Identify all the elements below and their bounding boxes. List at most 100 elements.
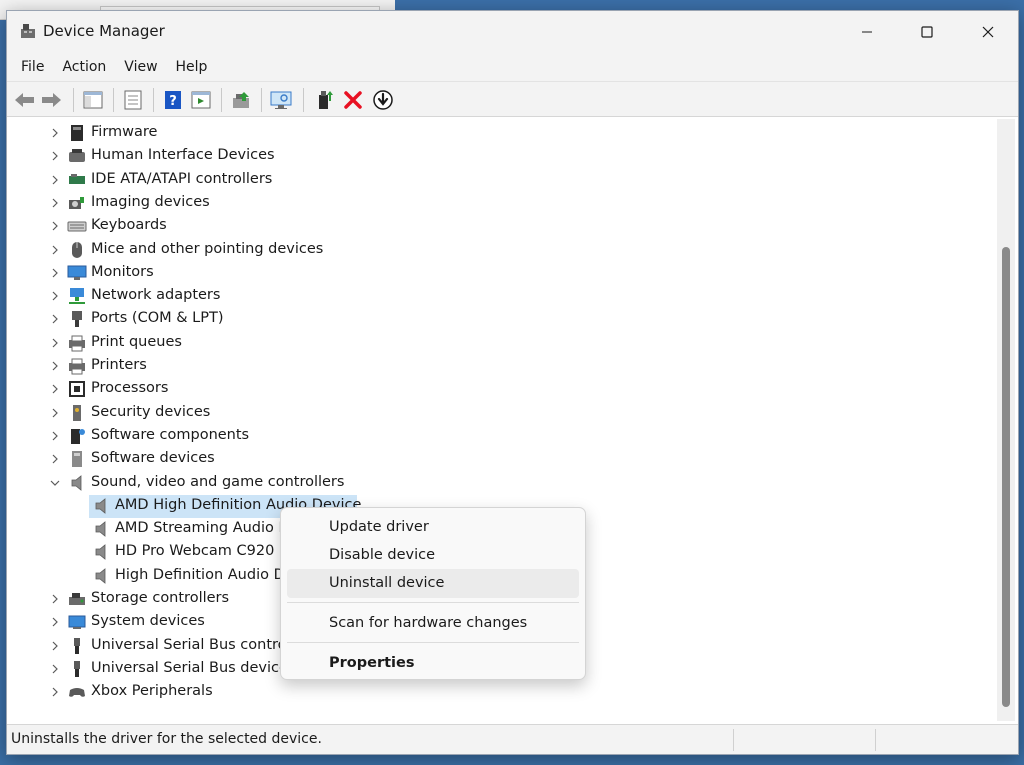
category-label: Security devices [91, 403, 211, 420]
chevron-right-icon[interactable] [49, 430, 61, 442]
category-item[interactable]: Human Interface Devices [9, 145, 999, 168]
category-label: Sound, video and game controllers [91, 473, 345, 490]
category-item[interactable]: Processors [9, 378, 999, 401]
toolbar-separator [303, 88, 304, 112]
category-item[interactable]: Xbox Peripherals [9, 681, 999, 704]
category-item[interactable]: Software devices [9, 448, 999, 471]
camera-icon [69, 196, 84, 209]
close-button[interactable] [957, 11, 1019, 53]
enable-device-button[interactable] [313, 88, 337, 112]
chevron-right-icon[interactable] [49, 197, 61, 209]
chevron-right-icon[interactable] [49, 220, 61, 232]
chevron-right-icon[interactable] [49, 663, 61, 675]
category-item[interactable]: Software components [9, 425, 999, 448]
category-item[interactable]: Imaging devices [9, 192, 999, 215]
menu-disable-device[interactable]: Disable device [287, 541, 579, 570]
chevron-right-icon[interactable] [49, 593, 61, 605]
category-label: System devices [91, 613, 205, 630]
chevron-right-icon[interactable] [49, 453, 61, 465]
properties-button[interactable] [121, 88, 145, 112]
scan-hardware-button[interactable] [269, 88, 293, 112]
chevron-right-icon[interactable] [49, 150, 61, 162]
menu-file[interactable]: File [13, 55, 52, 79]
title-bar[interactable]: Device Manager [7, 11, 1018, 53]
chevron-right-icon[interactable] [49, 360, 61, 372]
chevron-right-icon[interactable] [49, 127, 61, 139]
maximize-button[interactable] [896, 11, 958, 53]
storage-icon [69, 593, 85, 605]
keyboard-icon [67, 221, 87, 232]
minimize-icon [862, 31, 872, 33]
category-item[interactable]: Print queues [9, 332, 999, 355]
forward-button[interactable] [39, 88, 63, 112]
mouse-icon [72, 241, 82, 258]
chevron-right-icon[interactable] [49, 616, 61, 628]
disable-device-icon [373, 90, 393, 110]
uninstall-device-icon [344, 91, 362, 109]
menu-view[interactable]: View [116, 55, 165, 79]
chevron-right-icon[interactable] [49, 407, 61, 419]
chevron-right-icon[interactable] [49, 337, 61, 349]
back-button[interactable] [13, 88, 37, 112]
scan-hardware-icon [270, 91, 292, 109]
category-item[interactable]: Monitors [9, 262, 999, 285]
status-bar: Uninstalls the driver for the selected d… [7, 724, 1018, 754]
help-button[interactable]: ? [161, 88, 185, 112]
category-item[interactable]: Keyboards [9, 215, 999, 238]
disable-device-button[interactable] [371, 88, 395, 112]
category-item[interactable]: Sound, video and game controllers [9, 472, 999, 495]
action-pane-button[interactable] [189, 88, 213, 112]
uninstall-device-button[interactable] [341, 88, 365, 112]
status-divider [875, 729, 876, 751]
category-label: Keyboards [91, 217, 167, 234]
chevron-right-icon[interactable] [49, 290, 61, 302]
category-item[interactable]: Printers [9, 355, 999, 378]
category-label: Print queues [91, 333, 182, 350]
menu-uninstall-device[interactable]: Uninstall device [287, 569, 579, 598]
chevron-right-icon[interactable] [49, 686, 61, 698]
scrollbar-thumb[interactable] [1002, 247, 1010, 707]
category-item[interactable]: IDE ATA/ATAPI controllers [9, 169, 999, 192]
toolbar-separator [153, 88, 154, 112]
category-label: Processors [91, 380, 169, 397]
chevron-right-icon[interactable] [49, 267, 61, 279]
category-label: Software components [91, 426, 250, 443]
category-item[interactable]: Firmware [9, 122, 999, 145]
chevron-right-icon[interactable] [49, 244, 61, 256]
menu-action[interactable]: Action [54, 55, 114, 79]
chevron-right-icon[interactable] [49, 313, 61, 325]
category-label: Ports (COM & LPT) [91, 310, 224, 327]
chevron-right-icon[interactable] [49, 640, 61, 652]
category-label: Imaging devices [91, 193, 210, 210]
port-icon [72, 311, 82, 328]
chevron-right-icon[interactable] [49, 383, 61, 395]
category-item[interactable]: Ports (COM & LPT) [9, 308, 999, 331]
printer-icon [69, 358, 85, 375]
category-item[interactable]: Network adapters [9, 285, 999, 308]
category-label: Universal Serial Bus devices [91, 659, 296, 676]
menu-bar: File Action View Help [7, 53, 1018, 81]
chevron-down-icon[interactable] [49, 477, 61, 489]
processor-icon [69, 381, 85, 398]
vertical-scrollbar[interactable] [997, 119, 1015, 721]
menu-update-driver[interactable]: Update driver [287, 513, 579, 542]
gamepad-icon [69, 688, 85, 697]
toolbar-separator [221, 88, 222, 112]
forward-arrow-icon [42, 93, 61, 107]
menu-help[interactable]: Help [168, 55, 216, 79]
update-driver-icon [233, 92, 249, 108]
usb-icon [74, 660, 80, 677]
show-hide-console-tree-button[interactable] [81, 88, 105, 112]
menu-properties[interactable]: Properties [287, 649, 579, 678]
toolbar-separator [73, 88, 74, 112]
category-item[interactable]: Security devices [9, 402, 999, 425]
printer-icon [69, 335, 85, 352]
minimize-button[interactable] [836, 11, 898, 53]
chevron-right-icon[interactable] [49, 174, 61, 186]
category-item[interactable]: Mice and other pointing devices [9, 239, 999, 262]
menu-scan-hardware[interactable]: Scan for hardware changes [287, 609, 579, 638]
menu-item-label: Disable device [329, 547, 436, 563]
enable-device-icon [319, 91, 333, 109]
status-divider [733, 729, 734, 751]
update-driver-button[interactable] [229, 88, 253, 112]
